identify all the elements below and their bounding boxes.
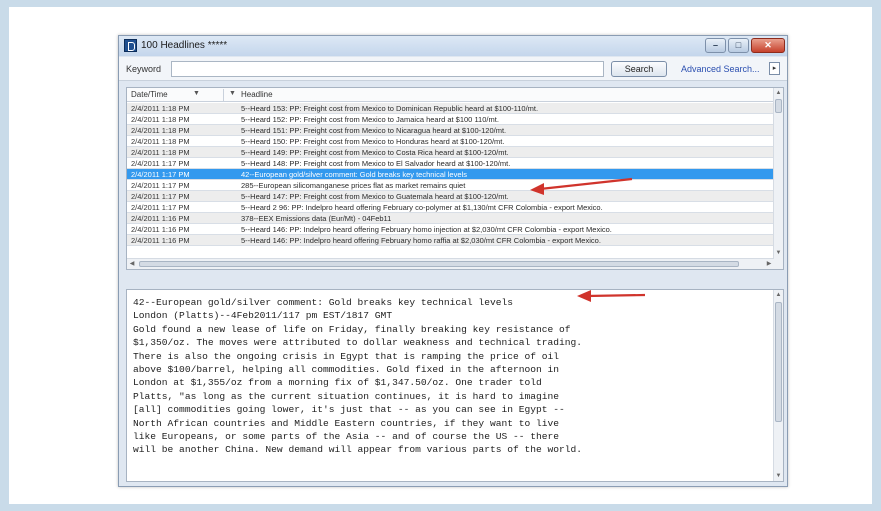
keyword-input[interactable] <box>171 61 604 77</box>
row-date: 2/4/2011 1:17 PM <box>131 203 190 212</box>
maximize-icon: □ <box>735 40 742 50</box>
table-row[interactable]: 2/4/2011 1:18 PM 5--Heard 149: PP: Freigh… <box>127 147 774 158</box>
date-sort-icon[interactable]: ▼ <box>193 90 200 97</box>
headline-rows: 2/4/2011 1:18 PM 5--Heard 153: PP: Freigh… <box>127 103 774 246</box>
title-bar[interactable]: 100 Headlines ***** – □ ✕ <box>119 36 787 56</box>
row-date: 2/4/2011 1:18 PM <box>131 137 190 146</box>
row-headline: 5--Heard 152: PP: Freight cost from Mexi… <box>241 115 499 124</box>
keyword-label: Keyword <box>126 64 162 74</box>
headlines-vertical-scrollbar[interactable]: ▲ ▼ <box>773 88 783 269</box>
row-date: 2/4/2011 1:16 PM <box>131 225 190 234</box>
row-date: 2/4/2011 1:17 PM <box>131 181 190 190</box>
article-headline: 42--European gold/silver comment: Gold b… <box>133 297 513 308</box>
table-row[interactable]: 2/4/2011 1:16 PM 5--Heard 146: PP: Indelp… <box>127 224 774 235</box>
row-headline: 5--Heard 146: PP: Indelpro heard offerin… <box>241 225 612 234</box>
row-headline: 285--European silicomanganese prices fla… <box>241 181 466 190</box>
row-date: 2/4/2011 1:17 PM <box>131 159 190 168</box>
row-headline: 5--Heard 148: PP: Freight cost from Mexi… <box>241 159 511 168</box>
search-toolbar: Keyword Search Advanced Search... ▸ <box>119 57 787 81</box>
scroll-right-icon[interactable]: ▶ <box>764 259 774 269</box>
article-line: London at $1,355/oz from a morning fix o… <box>133 377 542 389</box>
annotation-arrow-headline <box>530 177 633 195</box>
row-date: 2/4/2011 1:16 PM <box>131 214 190 223</box>
headline-sort-icon[interactable]: ▼ <box>229 90 236 97</box>
close-button[interactable]: ✕ <box>751 38 785 53</box>
article-line: $1,350/oz. The moves were attributed to … <box>133 337 583 349</box>
row-headline: 5--Heard 147: PP: Freight cost from Mexi… <box>241 192 509 201</box>
article-line: [all] commodities going lower, it's just… <box>133 404 565 416</box>
app-icon <box>124 39 137 52</box>
column-header-headline[interactable]: Headline <box>241 90 273 99</box>
minimize-button[interactable]: – <box>705 38 726 53</box>
article-scroll-down-icon[interactable]: ▼ <box>774 471 783 481</box>
scroll-up-icon[interactable]: ▲ <box>774 88 783 98</box>
article-line: London (Platts)--4Feb2011/117 pm EST/181… <box>133 310 393 322</box>
row-headline: 5--Heard 2 96: PP: Indelpro heard offeri… <box>241 203 603 212</box>
column-divider[interactable] <box>223 89 224 101</box>
column-header-date[interactable]: Date/Time <box>131 90 168 99</box>
row-date: 2/4/2011 1:17 PM <box>131 192 190 201</box>
window-title: 100 Headlines ***** <box>141 40 228 51</box>
table-row[interactable]: 2/4/2011 1:18 PM 5--Heard 151: PP: Freigh… <box>127 125 774 136</box>
scroll-down-icon[interactable]: ▼ <box>774 248 783 258</box>
row-headline: 5--Heard 149: PP: Freight cost from Mexi… <box>241 148 509 157</box>
search-button[interactable]: Search <box>611 61 667 77</box>
table-row[interactable]: 2/4/2011 1:17 PM 5--Heard 148: PP: Freigh… <box>127 158 774 169</box>
column-headers: Date/Time ▼ ▼ Headline <box>127 88 774 102</box>
scroll-left-icon[interactable]: ◀ <box>127 259 137 269</box>
article-scroll-thumb[interactable] <box>775 302 782 422</box>
article-scroll-up-icon[interactable]: ▲ <box>774 290 783 300</box>
table-row[interactable]: 2/4/2011 1:18 PM 5--Heard 150: PP: Freigh… <box>127 136 774 147</box>
article-line: North African countries and Middle Easte… <box>133 417 560 429</box>
table-row[interactable]: 2/4/2011 1:17 PM 5--Heard 2 96: PP: Indel… <box>127 202 774 213</box>
article-line: like Europeans, or some parts of the Asi… <box>133 431 560 442</box>
table-row[interactable]: 2/4/2011 1:17 PM 5--Heard 147: PP: Freigh… <box>127 191 774 202</box>
row-headline: 5--Heard 146: PP: Indelpro heard offerin… <box>241 236 601 245</box>
table-row[interactable]: 2/4/2011 1:16 PM 378--EEX Emissions data … <box>127 213 774 224</box>
headlines-window: 100 Headlines ***** – □ ✕ Keyword Search… <box>118 35 788 487</box>
article-line: Gold found a new lease of life on Friday… <box>133 323 571 335</box>
row-date: 2/4/2011 1:17 PM <box>131 170 190 179</box>
annotation-arrow-article <box>577 290 646 302</box>
horizontal-scroll-thumb[interactable] <box>139 261 739 267</box>
row-headline: 42--European gold/silver comment: Gold b… <box>241 170 467 179</box>
table-row[interactable]: 2/4/2011 1:17 PM 42--European gold/silver… <box>127 169 774 180</box>
table-row[interactable]: 2/4/2011 1:18 PM 5--Heard 152: PP: Freigh… <box>127 114 774 125</box>
article-vertical-scrollbar[interactable]: ▲ ▼ <box>773 290 783 481</box>
row-headline: 5--Heard 150: PP: Freight cost from Mexi… <box>241 137 505 146</box>
row-date: 2/4/2011 1:18 PM <box>131 148 190 157</box>
row-date: 2/4/2011 1:16 PM <box>131 236 190 245</box>
maximize-button[interactable]: □ <box>728 38 749 53</box>
row-date: 2/4/2011 1:18 PM <box>131 115 190 124</box>
article-line: Platts, "as long as the current situatio… <box>133 390 560 402</box>
table-row[interactable]: 2/4/2011 1:18 PM 5--Heard 153: PP: Freigh… <box>127 103 774 114</box>
table-row[interactable]: 2/4/2011 1:16 PM 5--Heard 146: PP: Indelp… <box>127 235 774 246</box>
row-date: 2/4/2011 1:18 PM <box>131 104 190 113</box>
table-row[interactable]: 2/4/2011 1:17 PM 285--European silicomang… <box>127 180 774 191</box>
headlines-list: Date/Time ▼ ▼ Headline 2/4/2011 1:18 PM 5… <box>126 87 784 270</box>
headlines-scroll-thumb[interactable] <box>775 99 782 113</box>
row-headline: 378--EEX Emissions data (Eur/Mt) - 04Feb… <box>241 214 392 223</box>
article-line: above $100/barrel, helping all commoditi… <box>133 364 560 375</box>
minimize-icon: – <box>712 40 718 50</box>
toolbar-dropdown-button[interactable]: ▸ <box>769 62 780 75</box>
row-headline: 5--Heard 151: PP: Freight cost from Mexi… <box>241 126 507 135</box>
close-icon: ✕ <box>764 40 772 50</box>
row-date: 2/4/2011 1:18 PM <box>131 126 190 135</box>
article-line: will be another China. New demand will a… <box>133 444 583 456</box>
row-headline: 5--Heard 153: PP: Freight cost from Mexi… <box>241 104 539 113</box>
advanced-search-link[interactable]: Advanced Search... <box>681 64 760 74</box>
article-line: There is also the ongoing crisis in Egyp… <box>133 350 560 362</box>
headlines-horizontal-scrollbar[interactable]: ◀ ▶ <box>127 258 774 269</box>
article-pane: 42--European gold/silver comment: Gold b… <box>126 289 784 482</box>
